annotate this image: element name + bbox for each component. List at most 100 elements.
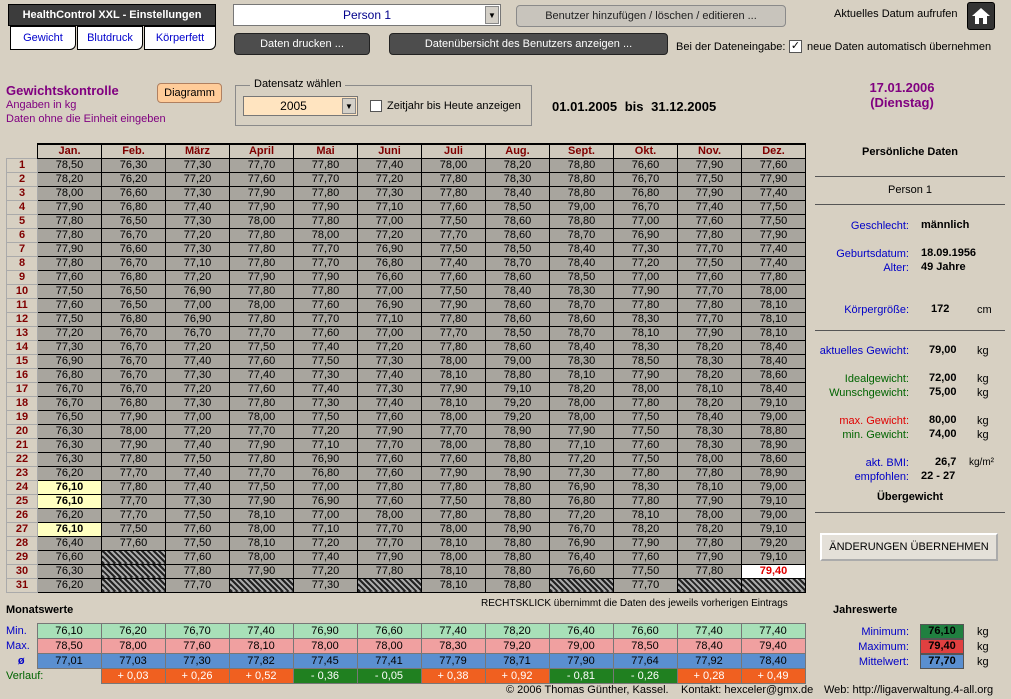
weight-cell[interactable]: 76,30 (37, 563, 102, 579)
weight-cell[interactable]: 78,00 (229, 297, 294, 313)
weight-cell[interactable]: 78,90 (741, 465, 806, 481)
weight-cell[interactable]: 77,90 (293, 199, 358, 215)
tab-gewicht[interactable]: Gewicht (10, 26, 76, 50)
weight-cell[interactable]: 77,90 (37, 241, 102, 257)
weight-cell[interactable]: 77,90 (677, 325, 742, 341)
weight-cell[interactable]: 77,20 (293, 535, 358, 551)
weight-cell[interactable]: 77,80 (677, 227, 742, 243)
weight-cell[interactable]: 77,80 (421, 507, 486, 523)
weight-cell[interactable]: 77,20 (165, 339, 230, 355)
weight-cell[interactable]: 77,90 (741, 171, 806, 187)
print-data-button[interactable]: Daten drucken ... (234, 33, 370, 55)
weight-cell[interactable]: 77,30 (293, 395, 358, 411)
weight-cell[interactable]: 77,40 (165, 437, 230, 453)
weight-cell[interactable]: 77,80 (293, 185, 358, 201)
tab-blutdruck[interactable]: Blutdruck (77, 26, 143, 50)
weight-cell[interactable]: 78,20 (37, 171, 102, 187)
weight-cell[interactable]: 78,40 (741, 353, 806, 369)
weight-cell[interactable]: 76,80 (613, 185, 678, 201)
weight-cell[interactable]: 77,40 (293, 381, 358, 397)
weight-cell[interactable]: 76,70 (549, 521, 614, 537)
weight-cell[interactable]: 78,40 (741, 339, 806, 355)
weight-cell[interactable]: 77,30 (549, 465, 614, 481)
weight-cell[interactable]: 78,80 (485, 479, 550, 495)
weight-cell[interactable]: 76,20 (101, 171, 166, 187)
weight-cell[interactable]: 77,90 (677, 549, 742, 565)
weight-cell[interactable]: 77,80 (293, 283, 358, 299)
weight-cell[interactable]: 77,70 (421, 325, 486, 341)
weight-cell[interactable]: 76,70 (613, 199, 678, 215)
weight-cell[interactable]: 77,40 (677, 199, 742, 215)
weight-cell[interactable]: 77,20 (357, 227, 422, 243)
weight-cell[interactable]: 76,10 (37, 521, 102, 537)
weight-cell[interactable]: 77,80 (229, 451, 294, 467)
weight-cell[interactable]: 77,70 (421, 423, 486, 439)
weight-cell[interactable]: 79,10 (485, 381, 550, 397)
weight-cell[interactable]: 78,50 (613, 353, 678, 369)
weight-cell[interactable]: 76,80 (101, 269, 166, 285)
weight-cell[interactable]: 78,60 (485, 311, 550, 327)
weight-cell[interactable]: 76,70 (37, 395, 102, 411)
weight-cell[interactable]: 77,90 (357, 549, 422, 565)
weight-cell[interactable]: 76,60 (101, 185, 166, 201)
weight-cell[interactable]: 78,30 (549, 353, 614, 369)
weight-cell[interactable]: 78,00 (357, 507, 422, 523)
weight-cell[interactable]: 77,20 (165, 269, 230, 285)
tab-koerperfett[interactable]: Körperfett (144, 26, 216, 50)
user-overview-button[interactable]: Datenübersicht des Benutzers anzeigen ..… (389, 33, 668, 55)
weight-cell[interactable]: 78,00 (741, 283, 806, 299)
weight-cell[interactable]: 76,80 (293, 465, 358, 481)
weight-cell[interactable]: 78,80 (485, 367, 550, 383)
weight-cell[interactable]: 78,00 (229, 549, 294, 565)
weight-cell[interactable]: 78,40 (485, 283, 550, 299)
weight-cell[interactable]: 76,70 (101, 353, 166, 369)
weight-cell[interactable]: 77,80 (421, 185, 486, 201)
weight-cell[interactable]: 76,60 (613, 157, 678, 173)
weight-cell[interactable]: 78,80 (549, 157, 614, 173)
weight-cell[interactable]: 77,80 (357, 479, 422, 495)
weight-cell[interactable]: 76,40 (549, 549, 614, 565)
weight-cell[interactable]: 77,70 (613, 577, 678, 593)
weight-cell[interactable]: 78,20 (677, 521, 742, 537)
weight-cell[interactable]: 77,70 (293, 255, 358, 271)
weight-cell[interactable]: 77,60 (421, 199, 486, 215)
weight-cell[interactable]: 76,80 (101, 311, 166, 327)
weight-cell[interactable]: 77,50 (229, 479, 294, 495)
weight-cell[interactable]: 77,50 (613, 563, 678, 579)
weight-cell[interactable]: 78,90 (741, 437, 806, 453)
weight-cell[interactable]: 77,00 (357, 325, 422, 341)
weight-cell[interactable]: 78,20 (677, 395, 742, 411)
weight-cell[interactable]: 77,70 (357, 521, 422, 537)
weight-cell[interactable]: 78,00 (549, 395, 614, 411)
weight-cell[interactable]: 78,30 (677, 437, 742, 453)
weight-cell[interactable]: 78,10 (229, 535, 294, 551)
weight-cell[interactable]: 77,40 (741, 241, 806, 257)
weight-cell[interactable]: 77,50 (165, 451, 230, 467)
weight-cell[interactable]: 77,60 (165, 549, 230, 565)
weight-cell[interactable]: 77,80 (741, 269, 806, 285)
weight-cell[interactable]: 78,10 (421, 577, 486, 593)
weight-cell[interactable]: 77,50 (421, 493, 486, 509)
weight-cell[interactable]: 77,60 (677, 269, 742, 285)
weight-cell[interactable]: 78,80 (549, 171, 614, 187)
weight-cell[interactable]: 77,90 (613, 367, 678, 383)
weight-cell[interactable]: 78,30 (613, 311, 678, 327)
weight-cell[interactable]: 77,80 (421, 311, 486, 327)
weight-cell[interactable]: 77,80 (421, 171, 486, 187)
weight-cell[interactable]: 78,10 (421, 563, 486, 579)
weight-cell[interactable]: 77,80 (229, 311, 294, 327)
weight-cell[interactable]: 77,20 (613, 255, 678, 271)
add-user-button[interactable]: Benutzer hinzufügen / löschen / editiere… (516, 5, 786, 27)
weight-cell[interactable]: 77,70 (357, 437, 422, 453)
weight-cell[interactable]: 78,30 (677, 353, 742, 369)
weight-cell[interactable]: 77,80 (677, 465, 742, 481)
weight-cell[interactable]: 77,10 (357, 199, 422, 215)
weight-cell[interactable]: 79,20 (485, 409, 550, 425)
weight-cell[interactable]: 76,90 (165, 311, 230, 327)
weight-cell[interactable]: 77,60 (613, 549, 678, 565)
weight-cell[interactable]: 77,80 (229, 255, 294, 271)
weight-cell[interactable]: 77,00 (293, 479, 358, 495)
weight-cell[interactable]: 77,60 (229, 381, 294, 397)
weight-cell[interactable]: 77,70 (229, 423, 294, 439)
weight-cell[interactable]: 77,90 (613, 283, 678, 299)
